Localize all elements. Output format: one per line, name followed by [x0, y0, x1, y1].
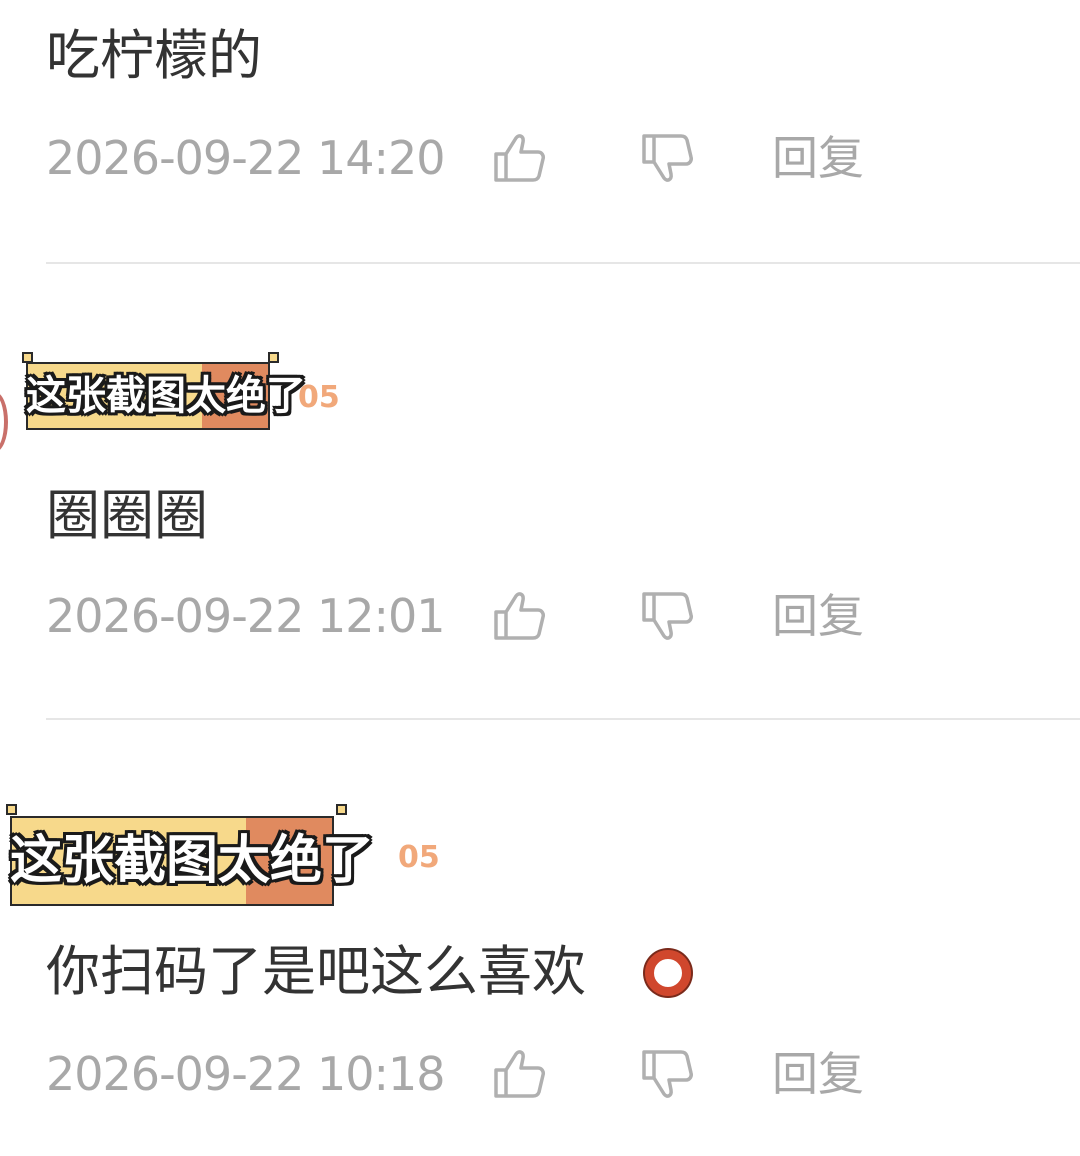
username-fragment: 05	[398, 840, 440, 875]
thumbs-up-icon[interactable]	[492, 1048, 548, 1100]
sticker-label: 这张截图太绝了	[10, 831, 375, 891]
thumbs-up-icon[interactable]	[492, 132, 548, 184]
reply-button[interactable]: 回复	[772, 128, 864, 188]
thumbs-down-icon[interactable]	[640, 1048, 696, 1100]
comment-meta: 2026-09-22 14:20 回复	[46, 128, 946, 188]
comment-text-content: 你扫码了是吧这么喜欢	[46, 940, 586, 1003]
comment-text: 你扫码了是吧这么喜欢	[46, 942, 586, 1002]
thumbs-down-icon[interactable]	[640, 132, 696, 184]
comment-text: 吃柠檬的	[46, 24, 262, 87]
comment-timestamp: 2026-09-22 12:01	[46, 589, 446, 643]
thumbs-up-icon[interactable]	[492, 590, 548, 642]
red-circle-emoji-icon	[645, 950, 691, 996]
sticker-label: 这张截图太绝了	[26, 373, 306, 419]
comment-timestamp: 2026-09-22 10:18	[46, 1047, 446, 1101]
reply-button[interactable]: 回复	[772, 1044, 864, 1104]
reply-button[interactable]: 回复	[772, 586, 864, 646]
comment-divider	[46, 718, 1080, 720]
comment-timestamp: 2026-09-22 14:20	[46, 131, 446, 185]
sticker-overlay: 这张截图太绝了	[6, 804, 374, 906]
thumbs-down-icon[interactable]	[640, 590, 696, 642]
avatar[interactable]	[0, 392, 8, 452]
comment-meta: 2026-09-22 12:01 回复	[46, 586, 946, 646]
comment-text: 圈圈圈	[46, 484, 208, 547]
comment-meta: 2026-09-22 10:18 回复	[46, 1044, 946, 1104]
comment-divider	[46, 262, 1080, 264]
sticker-overlay: 这张截图太绝了	[22, 352, 306, 430]
